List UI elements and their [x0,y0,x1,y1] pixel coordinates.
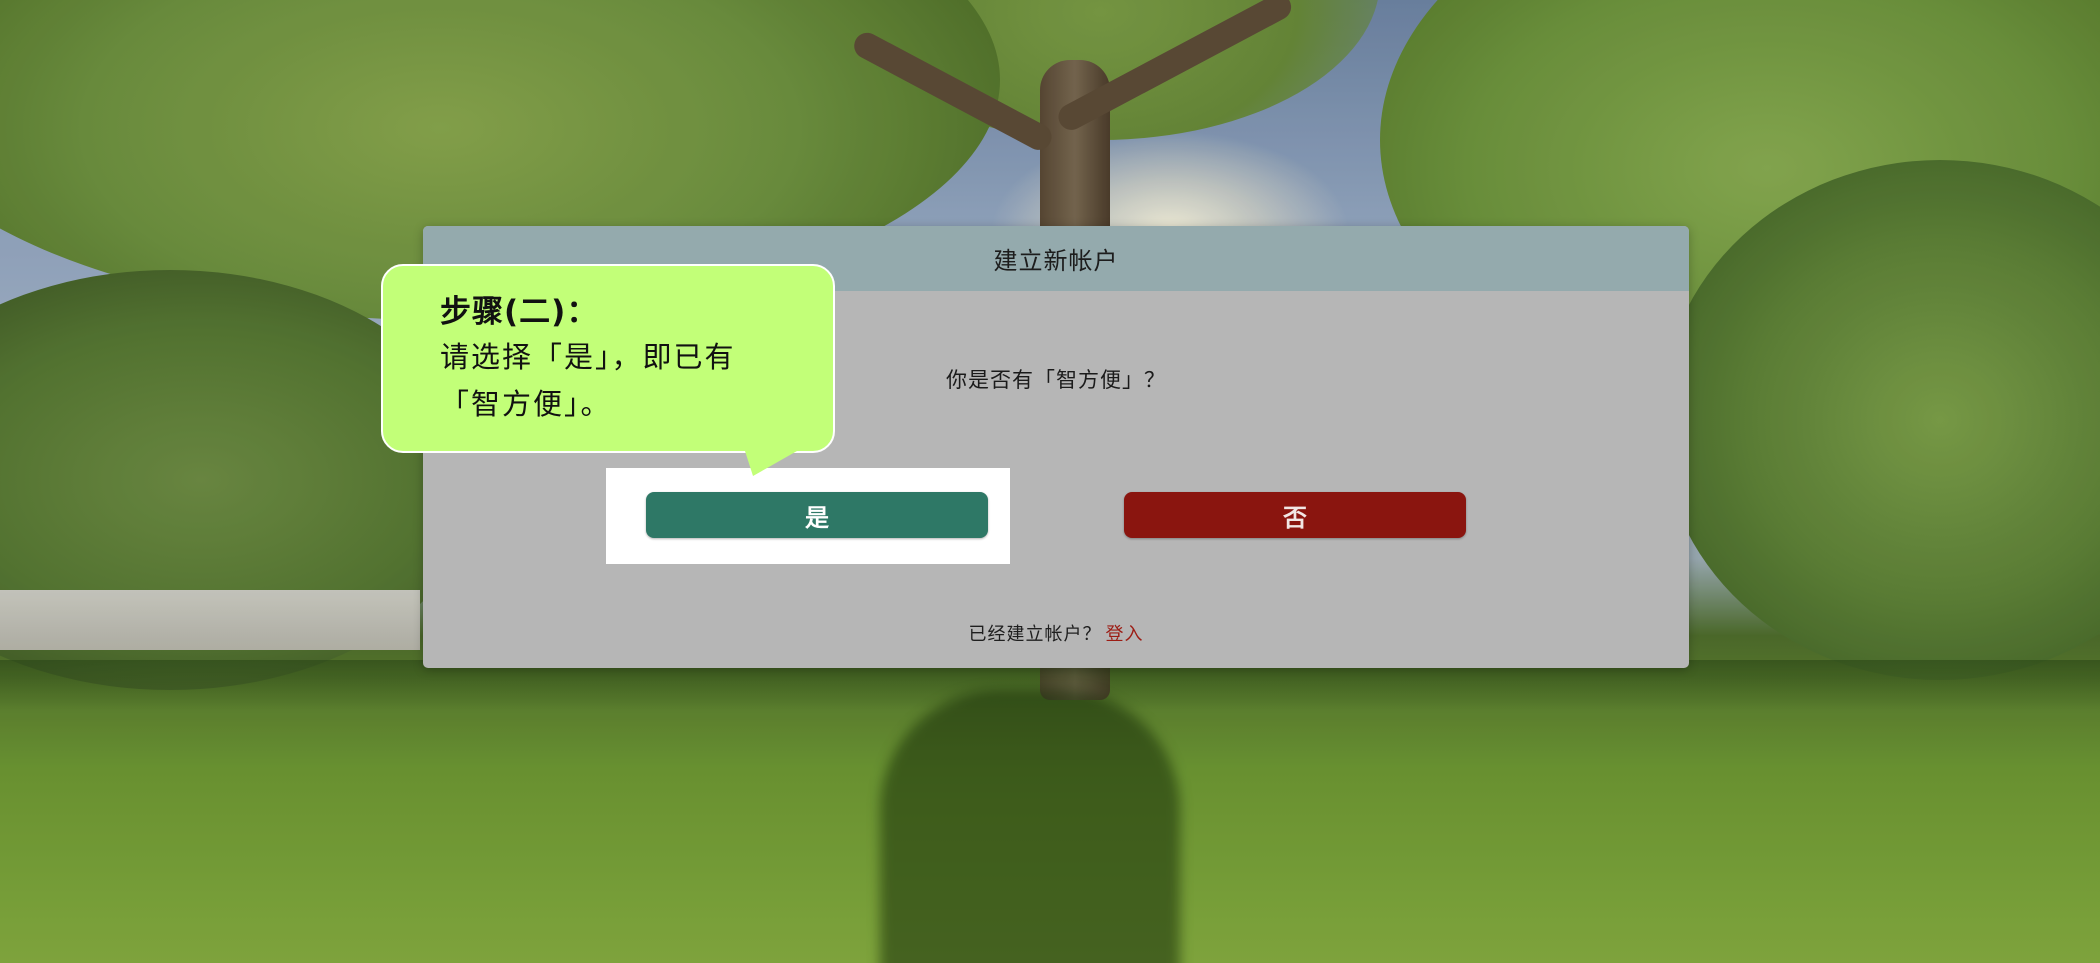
callout-title: 步骤(二)： [440,294,599,330]
callout-line-2: 「智方便」。 [440,387,612,421]
login-prompt-text: 已经建立帐户？ [968,624,1102,645]
login-prompt: 已经建立帐户？ 登入 [423,620,1689,646]
yes-button[interactable]: 是 [646,492,988,538]
login-link[interactable]: 登入 [1106,624,1144,645]
no-button[interactable]: 否 [1124,492,1466,538]
callout-pointer [745,451,797,476]
instruction-callout: 步骤(二)： 请选择「是」，即已有 「智方便」。 [381,264,835,453]
dialog-title: 建立新帐户 [993,247,1119,275]
callout-line-1: 请选择「是」，即已有 [440,340,736,374]
